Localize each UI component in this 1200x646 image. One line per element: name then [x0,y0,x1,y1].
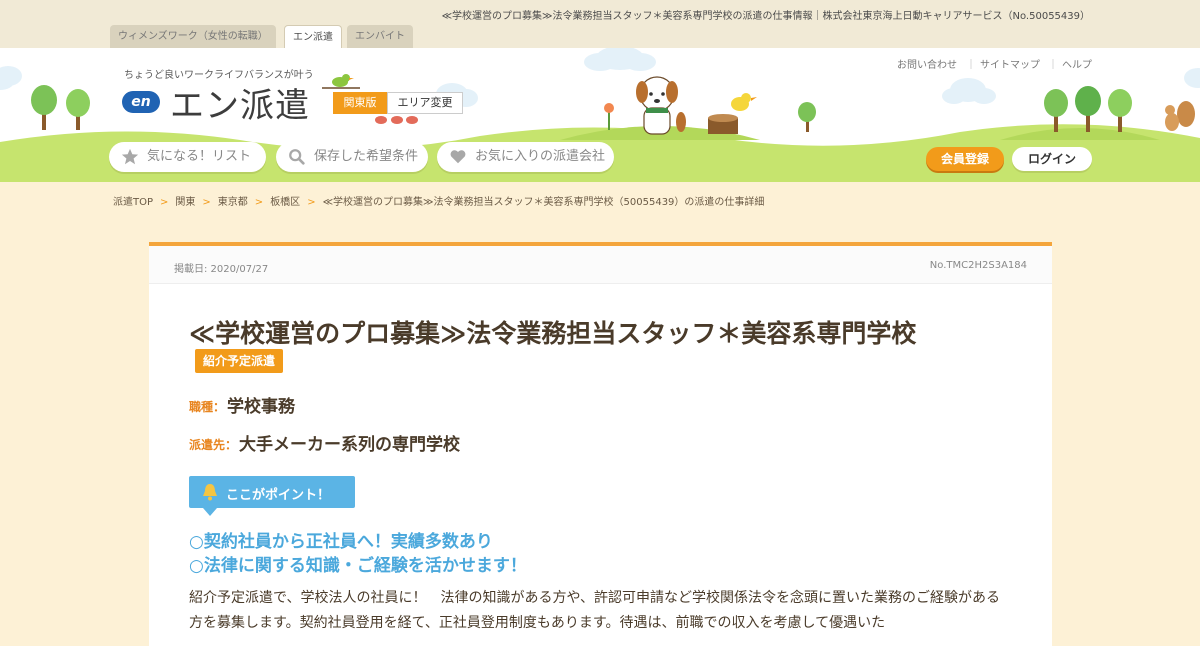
util-separator: ｜ [1048,60,1058,71]
help-link[interactable]: ヘルプ [1062,56,1092,71]
tab-womens-work[interactable]: ウィメンズワーク（女性の転職） [110,25,276,48]
breadcrumb-current: ≪学校運営のプロ募集≫法令業務担当スタッフ＊美容系専門学校（50055439）の… [322,197,765,208]
contact-link[interactable]: お問い合わせ [897,56,957,71]
employer-label: 派遣先： [189,438,238,452]
heart-icon [450,150,466,164]
search-icon [289,149,305,165]
point-banner: ここがポイント！ [189,476,355,508]
watchlist-button[interactable]: 気になる！リスト [109,142,266,172]
job-category: 学校事務 [227,397,295,417]
tree-icon [1108,89,1132,132]
tree-icon [31,85,57,130]
saved-conditions-label: 保存した希望条件 [314,149,419,164]
tree-icon [798,102,816,132]
cloud-icon [942,78,996,104]
employer: 大手メーカー系列の専門学校 [239,435,460,455]
util-separator: ｜ [966,60,976,71]
job-description: 紹介予定派遣で、学校法人の社員に！ 法律の知識がある方や、許認可申請など学校関係… [189,590,1001,631]
breadcrumb-separator: > [254,197,264,208]
page-heading: ≪学校運営のプロ募集≫法令業務担当スタッフ＊美容系専門学校の派遣の仕事情報｜株式… [441,11,1090,22]
register-button[interactable]: 会員登録 [926,147,1004,171]
breadcrumb-separator: > [202,197,211,208]
flower-icon [604,103,614,130]
favorite-agencies-label: お気に入りの派遣会社 [475,149,606,164]
breadcrumb-item[interactable]: 関東 [175,197,195,208]
dog-icon [636,76,686,135]
favorite-agencies-button[interactable]: お気に入りの派遣会社 [437,142,614,172]
tree-icon [66,89,90,130]
breadcrumb-separator: > [307,197,316,208]
region-change-button[interactable]: エリア変更 [387,92,463,114]
cloud-icon [0,66,22,90]
breadcrumb-item[interactable]: 板橋区 [270,197,300,208]
cloud-icon [1184,68,1200,88]
saved-conditions-button[interactable]: 保存した希望条件 [276,142,428,172]
star-icon [121,148,139,165]
breadcrumb-item[interactable]: 派遣TOP [113,197,153,208]
region-badge: 関東版 [333,92,387,114]
breadcrumb-separator: > [160,197,169,208]
sitemap-link[interactable]: サイトマップ [980,56,1040,71]
top-bar: ≪学校運営のプロ募集≫法令業務担当スタッフ＊美容系専門学校の派遣の仕事情報｜株式… [0,0,1200,48]
site-header: ちょうど良いワークライフバランスが叶う en エン派遣 関東版 エリア変更 お問… [0,48,1200,182]
watchlist-label: 気になる！リスト [147,149,252,164]
site-logo[interactable]: エン派遣 [170,78,310,127]
tab-en-haken[interactable]: エン派遣 [284,25,342,48]
highlight-item: ○契約社員から正社員へ！実績多数あり [189,532,493,552]
breadcrumb-item[interactable]: 東京都 [218,197,248,208]
job-title: ≪学校運営のプロ募集≫法令業務担当スタッフ＊美容系専門学校 [189,319,917,348]
squirrel-icon [1165,101,1195,131]
category-label: 職種： [189,400,226,414]
login-button[interactable]: ログイン [1012,147,1092,171]
job-meta-bar: 掲載日: 2020/07/27 No.TMC2H2S3A184 [149,246,1052,284]
bird-icon [731,93,757,111]
en-logo-badge[interactable]: en [122,91,160,113]
stump-icon [708,114,738,134]
tab-en-baito[interactable]: エンバイト [347,25,413,48]
point-banner-tail [203,508,217,516]
bell-icon [203,484,217,501]
breadcrumb: 派遣TOP > 関東 > 東京都 > 板橋区 > ≪学校運営のプロ募集≫法令業務担当スタッフ＊美… [113,193,764,208]
highlight-item: ○法律に関する知識・ご経験を活かせます！ [189,556,527,576]
point-label: ここがポイント！ [226,488,331,503]
bird-icon [322,74,360,89]
posted-date: 掲載日: 2020/07/27 [174,264,269,275]
job-detail-card: 掲載日: 2020/07/27 No.TMC2H2S3A184 ≪学校運営のプロ… [149,242,1052,646]
employment-type-tag: 紹介予定派遣 [195,349,284,373]
job-number: No.TMC2H2S3A184 [929,260,1027,271]
cloud-icon [584,48,656,71]
